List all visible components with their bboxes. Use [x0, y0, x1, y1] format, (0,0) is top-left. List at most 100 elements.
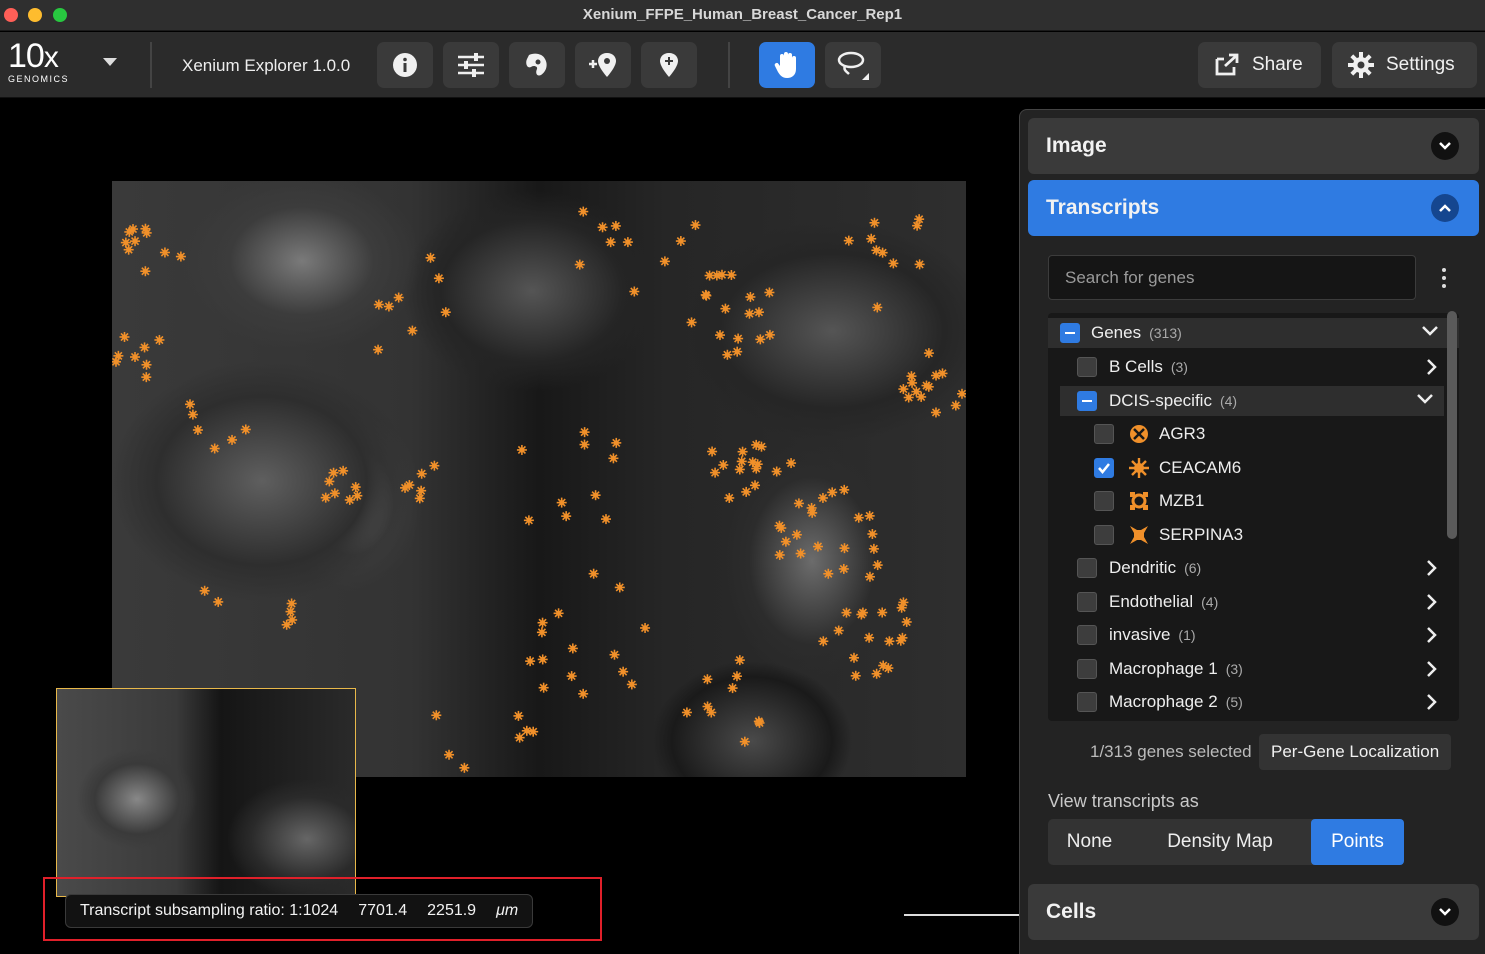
view-points-button[interactable]: Points	[1311, 819, 1404, 865]
logo-main-text: 10	[8, 37, 45, 75]
chevron-right-icon[interactable]	[1425, 660, 1439, 678]
chevron-down-icon[interactable]	[1416, 392, 1434, 406]
view-transcripts-as-label: View transcripts as	[1048, 791, 1199, 811]
mzb1-checkbox[interactable]	[1094, 491, 1114, 511]
view-none-button[interactable]: None	[1048, 819, 1131, 865]
add-location-button[interactable]	[575, 42, 631, 88]
overview-minimap[interactable]	[56, 688, 356, 897]
transcripts-section-header[interactable]: Transcripts	[1028, 180, 1479, 236]
per-gene-localization-button[interactable]: Per-Gene Localization	[1259, 734, 1452, 770]
transcript-point	[718, 459, 729, 470]
transcript-point	[720, 303, 731, 314]
dendritic-checkbox[interactable]	[1077, 558, 1097, 578]
transcript-point	[553, 608, 564, 619]
chevron-right-icon[interactable]	[1425, 559, 1439, 577]
transcript-point	[681, 707, 692, 718]
transcript-point	[425, 252, 436, 263]
chevron-right-icon[interactable]	[1425, 626, 1439, 644]
chevron-down-icon[interactable]	[103, 58, 117, 66]
toolbar-divider	[150, 42, 152, 88]
transcript-point	[866, 233, 877, 244]
transcript-point	[950, 400, 961, 411]
tissue-viewer-canvas[interactable]: Transcript subsampling ratio: 1:1024 770…	[0, 99, 1020, 954]
transcript-point	[707, 446, 718, 457]
endothelial-checkbox[interactable]	[1077, 592, 1097, 612]
transcript-point	[839, 543, 850, 554]
transcript-point	[130, 236, 141, 247]
adjustments-button[interactable]	[443, 42, 499, 88]
gene-search-input[interactable]	[1048, 255, 1416, 300]
tree-row-ceacam6[interactable]: CEACAM6	[1048, 453, 1459, 483]
chevron-up-icon[interactable]	[1431, 194, 1459, 222]
cells-section-header[interactable]: Cells	[1028, 884, 1479, 940]
tree-row-dendritic[interactable]: Dendritic (6)	[1048, 553, 1459, 583]
invasive-checkbox[interactable]	[1077, 625, 1097, 645]
transcript-point	[141, 372, 152, 383]
macrophage-2-checkbox[interactable]	[1077, 692, 1097, 712]
image-section-header[interactable]: Image	[1028, 118, 1479, 174]
transcript-point	[124, 226, 135, 237]
tree-row-agr3[interactable]: AGR3	[1048, 419, 1459, 449]
transcript-point	[706, 707, 717, 718]
macrophage-1-checkbox[interactable]	[1077, 659, 1097, 679]
lasso-tool-button[interactable]	[825, 42, 881, 88]
chevron-right-icon[interactable]	[1425, 693, 1439, 711]
serpina3-checkbox[interactable]	[1094, 525, 1114, 545]
view-density-map-button[interactable]: Density Map	[1145, 819, 1295, 865]
transcript-point	[716, 269, 727, 280]
transcript-point	[605, 237, 616, 248]
transcript-point	[373, 344, 384, 355]
transcript-point	[795, 548, 806, 559]
chevron-down-icon[interactable]	[1431, 898, 1459, 926]
transcript-point	[590, 490, 601, 501]
transcript-point	[857, 607, 868, 618]
chevron-down-icon[interactable]	[1421, 324, 1439, 338]
genes-partial-checkbox[interactable]	[1060, 323, 1080, 343]
transcript-point	[780, 536, 791, 547]
transcript-point	[185, 399, 196, 410]
info-button[interactable]	[377, 42, 433, 88]
tree-row-genes[interactable]: Genes (313)	[1048, 318, 1459, 348]
pin-button[interactable]	[641, 42, 697, 88]
transcript-point	[734, 655, 745, 666]
more-options-icon[interactable]	[1438, 268, 1450, 288]
transcript-point	[906, 371, 917, 382]
10x-genomics-logo[interactable]: 10x GENOMICS	[8, 38, 78, 88]
chevron-right-icon[interactable]	[1425, 358, 1439, 376]
transcript-point	[440, 307, 451, 318]
invasive-count: (1)	[1178, 627, 1196, 643]
hand-pan-icon	[774, 52, 796, 78]
tree-row-invasive[interactable]: invasive (1)	[1048, 620, 1459, 650]
cell-segmentation-button[interactable]	[509, 42, 565, 88]
transcript-point	[923, 348, 934, 359]
pan-tool-button[interactable]	[759, 42, 815, 88]
agr3-checkbox[interactable]	[1094, 424, 1114, 444]
tree-row-serpina3[interactable]: SERPINA3	[1048, 520, 1459, 550]
share-button[interactable]: Share	[1198, 42, 1321, 88]
dcis-partial-checkbox[interactable]	[1077, 391, 1097, 411]
transcript-point	[556, 497, 567, 508]
transcript-point	[139, 342, 150, 353]
transcript-point	[393, 292, 404, 303]
transcript-point	[827, 487, 838, 498]
transcript-point	[739, 736, 750, 747]
tree-row-b-cells[interactable]: B Cells (3)	[1048, 352, 1459, 382]
chevron-down-icon[interactable]	[1431, 132, 1459, 160]
transcript-point	[407, 325, 418, 336]
b-cells-checkbox[interactable]	[1077, 357, 1097, 377]
transcript-point	[610, 220, 621, 231]
transcript-point	[848, 652, 859, 663]
tree-row-dcis-specific[interactable]: DCIS-specific (4)	[1060, 386, 1444, 416]
tree-row-endothelial[interactable]: Endothelial (4)	[1048, 587, 1459, 617]
tree-row-macrophage-2[interactable]: Macrophage 2 (5)	[1048, 687, 1459, 717]
tree-row-mzb1[interactable]: MZB1	[1048, 486, 1459, 516]
tree-row-macrophage-1[interactable]: Macrophage 1 (3)	[1048, 654, 1459, 684]
window-title-bar: Xenium_FFPE_Human_Breast_Cancer_Rep1	[0, 0, 1485, 31]
chevron-right-icon[interactable]	[1425, 593, 1439, 611]
transcript-point	[536, 627, 547, 638]
settings-button[interactable]: Settings	[1332, 42, 1477, 88]
cursor-y-coordinate: 2251.9	[427, 902, 477, 919]
transcript-point	[600, 514, 611, 525]
ceacam6-checkbox[interactable]	[1094, 458, 1114, 478]
gene-tree-scrollbar[interactable]	[1447, 311, 1457, 539]
